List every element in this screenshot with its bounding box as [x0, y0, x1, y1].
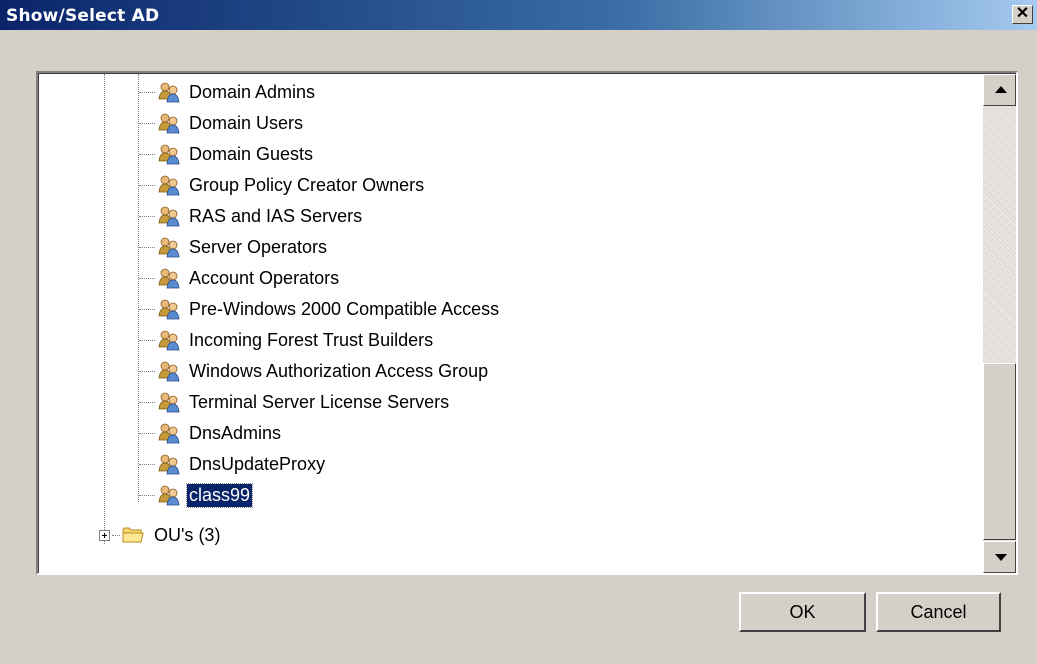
scrollbar-thumb[interactable]: [983, 363, 1016, 540]
tree-line: [104, 74, 105, 544]
group-label: Group Policy Creator Owners: [189, 174, 425, 195]
tree-connector: [139, 463, 155, 465]
scroll-down-button[interactable]: [983, 541, 1016, 573]
arrow-up-icon: [995, 86, 1007, 93]
scroll-up-button[interactable]: [983, 74, 1016, 106]
group-label: Terminal Server License Servers: [189, 391, 450, 412]
group-label: Incoming Forest Trust Builders: [189, 329, 434, 350]
tree-connector: [139, 246, 155, 248]
tree-node-group[interactable]: class99: [139, 482, 254, 508]
tree-node-ous[interactable]: OU's (3): [99, 522, 222, 548]
group-label: class99: [185, 482, 254, 508]
tree-node-group[interactable]: RAS and IAS Servers: [139, 203, 364, 229]
arrow-down-icon: [995, 554, 1007, 561]
close-icon: ✕: [1015, 5, 1030, 22]
tree-node-group[interactable]: Windows Authorization Access Group: [139, 358, 490, 384]
ou-label: OU's (3): [154, 524, 221, 545]
group-label: DnsUpdateProxy: [189, 453, 326, 474]
tree-connector: [139, 215, 155, 217]
vertical-scrollbar[interactable]: [983, 74, 1016, 573]
user-group-icon: [158, 144, 180, 165]
user-group-icon: [158, 392, 180, 413]
tree-connector: [139, 91, 155, 93]
user-group-icon: [158, 113, 180, 134]
user-group-icon: [158, 82, 180, 103]
tree-connector: [139, 277, 155, 279]
user-group-icon: [158, 423, 180, 444]
tree-connector: [139, 308, 155, 310]
group-label: Windows Authorization Access Group: [189, 360, 489, 381]
tree-content: Domain Admins Domain Users Domain Guests Gr…: [39, 74, 984, 573]
user-group-icon: [158, 330, 180, 351]
user-group-icon: [158, 485, 180, 506]
group-label: Server Operators: [189, 236, 328, 257]
close-button[interactable]: ✕: [1012, 5, 1033, 24]
tree-connector: [139, 122, 155, 124]
group-label: Domain Guests: [189, 143, 314, 164]
tree-node-group[interactable]: Group Policy Creator Owners: [139, 172, 426, 198]
tree-node-group[interactable]: Server Operators: [139, 234, 329, 260]
user-group-icon: [158, 299, 180, 320]
group-label: Account Operators: [189, 267, 340, 288]
tree-connector: [139, 370, 155, 372]
tree-connector: [139, 494, 155, 496]
tree-connector: [139, 432, 155, 434]
user-group-icon: [158, 268, 180, 289]
user-group-icon: [158, 175, 180, 196]
tree-node-group[interactable]: Domain Users: [139, 110, 305, 136]
cancel-button[interactable]: Cancel: [876, 592, 1001, 632]
group-label: Domain Users: [189, 112, 304, 133]
group-label: DnsAdmins: [189, 422, 282, 443]
tree-node-group[interactable]: Incoming Forest Trust Builders: [139, 327, 435, 353]
tree-node-group[interactable]: DnsUpdateProxy: [139, 451, 327, 477]
group-label: RAS and IAS Servers: [189, 205, 363, 226]
user-group-icon: [158, 237, 180, 258]
group-label: Domain Admins: [189, 81, 316, 102]
folder-icon: [122, 527, 144, 543]
user-group-icon: [158, 206, 180, 227]
tree-node-group[interactable]: Pre-Windows 2000 Compatible Access: [139, 296, 501, 322]
tree-connector: [139, 184, 155, 186]
tree-node-group[interactable]: DnsAdmins: [139, 420, 283, 446]
ok-button[interactable]: OK: [739, 592, 866, 632]
tree-view[interactable]: Domain Admins Domain Users Domain Guests Gr…: [36, 71, 1018, 575]
group-label: Pre-Windows 2000 Compatible Access: [189, 298, 500, 319]
window-title: Show/Select AD: [6, 6, 160, 26]
title-bar[interactable]: Show/Select AD ✕: [0, 0, 1037, 30]
tree-connector: [139, 153, 155, 155]
tree-connector: [139, 339, 155, 341]
tree-connector: [139, 401, 155, 403]
user-group-icon: [158, 454, 180, 475]
tree-node-group[interactable]: Domain Guests: [139, 141, 315, 167]
user-group-icon: [158, 361, 180, 382]
tree-node-group[interactable]: Terminal Server License Servers: [139, 389, 451, 415]
tree-node-group[interactable]: Domain Admins: [139, 79, 317, 105]
plus-expander-icon[interactable]: [99, 529, 110, 541]
tree-node-group[interactable]: Account Operators: [139, 265, 341, 291]
